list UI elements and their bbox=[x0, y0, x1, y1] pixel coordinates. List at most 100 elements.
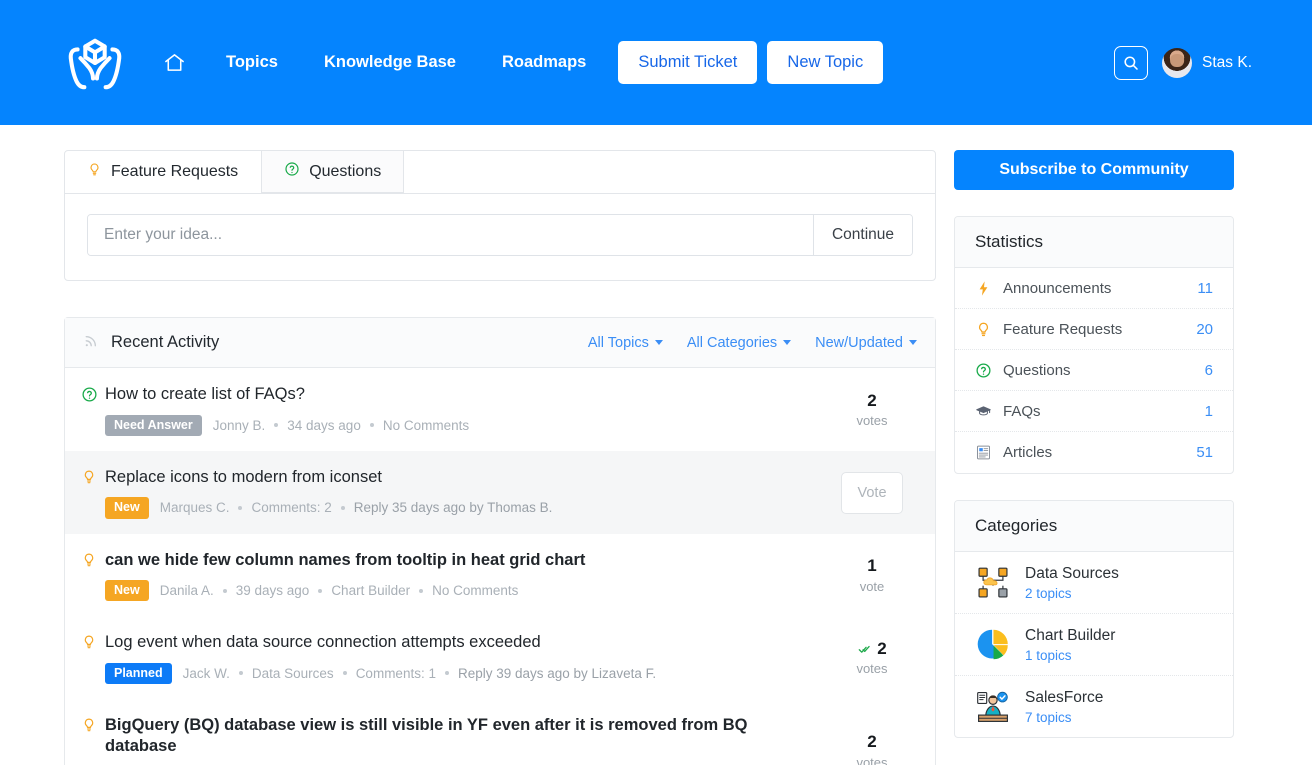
category-name: SalesForce bbox=[1025, 689, 1104, 707]
hands-holding-cube-logo[interactable] bbox=[64, 32, 126, 94]
row-comments: Comments: 2 bbox=[251, 500, 332, 516]
activity-row[interactable]: How to create list of FAQs? Need Answer J… bbox=[65, 368, 935, 451]
statistics-row[interactable]: Articles 51 bbox=[955, 432, 1233, 473]
statistics-row[interactable]: FAQs 1 bbox=[955, 391, 1233, 432]
lightbulb-icon bbox=[81, 467, 105, 519]
activity-row-body: How to create list of FAQs? Need Answer J… bbox=[105, 384, 827, 436]
statistics-count: 1 bbox=[1204, 402, 1213, 420]
statistics-list: Announcements 11 Feature Requests 20 Que… bbox=[955, 268, 1233, 473]
vote-count: 2 bbox=[857, 639, 887, 659]
search-input[interactable] bbox=[88, 215, 813, 255]
rss-icon bbox=[83, 332, 100, 354]
category-topic-count[interactable]: 7 topics bbox=[1025, 710, 1103, 725]
activity-row-vote: Vote bbox=[827, 467, 917, 519]
sidebar: Subscribe to Community Statistics Announ… bbox=[954, 150, 1234, 764]
subscribe-to-community-button[interactable]: Subscribe to Community bbox=[954, 150, 1234, 190]
statistics-row[interactable]: Announcements 11 bbox=[955, 268, 1233, 309]
row-author: Jack W. bbox=[182, 665, 230, 681]
activity-row-title[interactable]: Replace icons to modern from iconset bbox=[105, 467, 815, 488]
statistics-label: FAQs bbox=[1003, 402, 1041, 420]
activity-row-meta: Planned Jack W. Data Sources Comments: 1 Rep… bbox=[105, 662, 815, 684]
activity-row-title[interactable]: Log event when data source connection at… bbox=[105, 632, 815, 653]
statistics-label: Feature Requests bbox=[1003, 320, 1123, 338]
page-body: Feature Requests Questions Conti bbox=[0, 125, 1312, 765]
recent-activity-panel: Recent Activity All Topics All Categorie… bbox=[64, 317, 936, 765]
statistics-row[interactable]: Feature Requests 20 bbox=[955, 309, 1233, 350]
meta-separator bbox=[342, 671, 347, 676]
category-topic-count[interactable]: 2 topics bbox=[1025, 586, 1119, 601]
activity-row-title[interactable]: can we hide few column names from toolti… bbox=[105, 550, 815, 571]
new-topic-button[interactable]: New Topic bbox=[767, 41, 884, 84]
category-topic-count[interactable]: 1 topics bbox=[1025, 648, 1115, 663]
header-right-controls: Stas K. bbox=[1114, 45, 1252, 80]
activity-row[interactable]: BigQuery (BQ) database view is still vis… bbox=[65, 699, 935, 765]
activity-row-body: BigQuery (BQ) database view is still vis… bbox=[105, 715, 827, 765]
search-icon[interactable] bbox=[1114, 45, 1149, 80]
vote-label: votes bbox=[856, 661, 888, 677]
tab-label: Questions bbox=[309, 162, 382, 180]
user-menu[interactable]: Stas K. bbox=[1162, 47, 1252, 78]
meta-separator bbox=[340, 505, 345, 510]
vote-button[interactable]: Vote bbox=[841, 471, 903, 514]
row-category[interactable]: Data Sources bbox=[252, 666, 334, 681]
question-circle-icon bbox=[284, 161, 300, 182]
activity-filters: All Topics All Categories New/Updated bbox=[588, 335, 917, 351]
meta-separator bbox=[444, 671, 449, 676]
row-time: 39 days ago bbox=[235, 583, 310, 599]
nav-link-knowledge-base[interactable]: Knowledge Base bbox=[310, 45, 470, 80]
tab-feature-requests[interactable]: Feature Requests bbox=[65, 151, 261, 193]
submit-ticket-button[interactable]: Submit Ticket bbox=[618, 41, 758, 84]
main-column: Feature Requests Questions Conti bbox=[64, 150, 936, 765]
activity-row-title[interactable]: BigQuery (BQ) database view is still vis… bbox=[105, 715, 815, 756]
row-author: Danila A. bbox=[159, 583, 214, 599]
activity-row-body: Replace icons to modern from iconset New… bbox=[105, 467, 827, 519]
activity-row-title[interactable]: How to create list of FAQs? bbox=[105, 384, 815, 405]
lightbulb-icon bbox=[975, 321, 1003, 338]
row-time: 34 days ago bbox=[287, 417, 361, 433]
lightbulb-icon bbox=[81, 715, 105, 765]
statistics-row[interactable]: Questions 6 bbox=[955, 350, 1233, 391]
nav-link-topics[interactable]: Topics bbox=[212, 45, 292, 80]
activity-row-body: Log event when data source connection at… bbox=[105, 632, 827, 684]
activity-row-vote: 2 votes bbox=[827, 715, 917, 765]
article-page-icon bbox=[975, 444, 1003, 461]
category-row[interactable]: SalesForce 7 topics bbox=[955, 676, 1233, 737]
filter-label: All Categories bbox=[686, 334, 778, 351]
filter-all-topics[interactable]: All Topics bbox=[588, 335, 663, 351]
status-badge: New bbox=[105, 497, 149, 519]
tab-label: Feature Requests bbox=[111, 163, 239, 180]
status-badge: Need Answer bbox=[105, 414, 202, 436]
category-text: Data Sources 2 topics bbox=[1025, 564, 1119, 601]
lightbulb-icon bbox=[87, 162, 102, 182]
row-author: Jonny B. bbox=[212, 417, 266, 433]
home-icon[interactable] bbox=[154, 43, 194, 83]
continue-button[interactable]: Continue bbox=[812, 215, 912, 255]
row-category[interactable]: Chart Builder bbox=[331, 583, 410, 598]
category-row[interactable]: Data Sources 2 topics bbox=[955, 552, 1233, 615]
activity-row-meta: New Marques C. Comments: 2 Reply 35 days ag… bbox=[105, 497, 815, 519]
voted-check-icon bbox=[858, 645, 870, 653]
filter-sort-order[interactable]: New/Updated bbox=[815, 335, 917, 351]
statistics-label: Articles bbox=[1003, 444, 1053, 461]
activity-row[interactable]: Replace icons to modern from iconset New… bbox=[65, 450, 935, 534]
statistics-count: 20 bbox=[1196, 320, 1213, 338]
statistics-count: 51 bbox=[1196, 444, 1213, 461]
lightbulb-icon bbox=[81, 550, 105, 602]
activity-list: How to create list of FAQs? Need Answer J… bbox=[65, 368, 935, 765]
activity-row-vote: 1 vote bbox=[827, 550, 917, 602]
category-row[interactable]: Chart Builder 1 topics bbox=[955, 614, 1233, 677]
category-name: Data Sources bbox=[1025, 565, 1119, 582]
row-reply[interactable]: Reply 35 days ago by Thomas B. bbox=[354, 500, 553, 515]
vote-label: vote bbox=[859, 578, 885, 594]
activity-row[interactable]: Log event when data source connection at… bbox=[65, 616, 935, 699]
filter-all-categories[interactable]: All Categories bbox=[686, 334, 792, 351]
tab-questions[interactable]: Questions bbox=[261, 151, 405, 193]
activity-row[interactable]: can we hide few column names from toolti… bbox=[65, 534, 935, 617]
row-reply[interactable]: Reply 39 days ago by Lizaveta F. bbox=[458, 666, 656, 681]
activity-row-vote: 2 votes bbox=[827, 632, 917, 684]
row-comments: Comments: 1 bbox=[355, 665, 436, 681]
filter-label: New/Updated bbox=[815, 334, 903, 351]
statistics-count: 11 bbox=[1197, 279, 1213, 297]
nav-link-roadmaps[interactable]: Roadmaps bbox=[488, 45, 600, 80]
activity-row-body: can we hide few column names from toolti… bbox=[105, 550, 827, 602]
